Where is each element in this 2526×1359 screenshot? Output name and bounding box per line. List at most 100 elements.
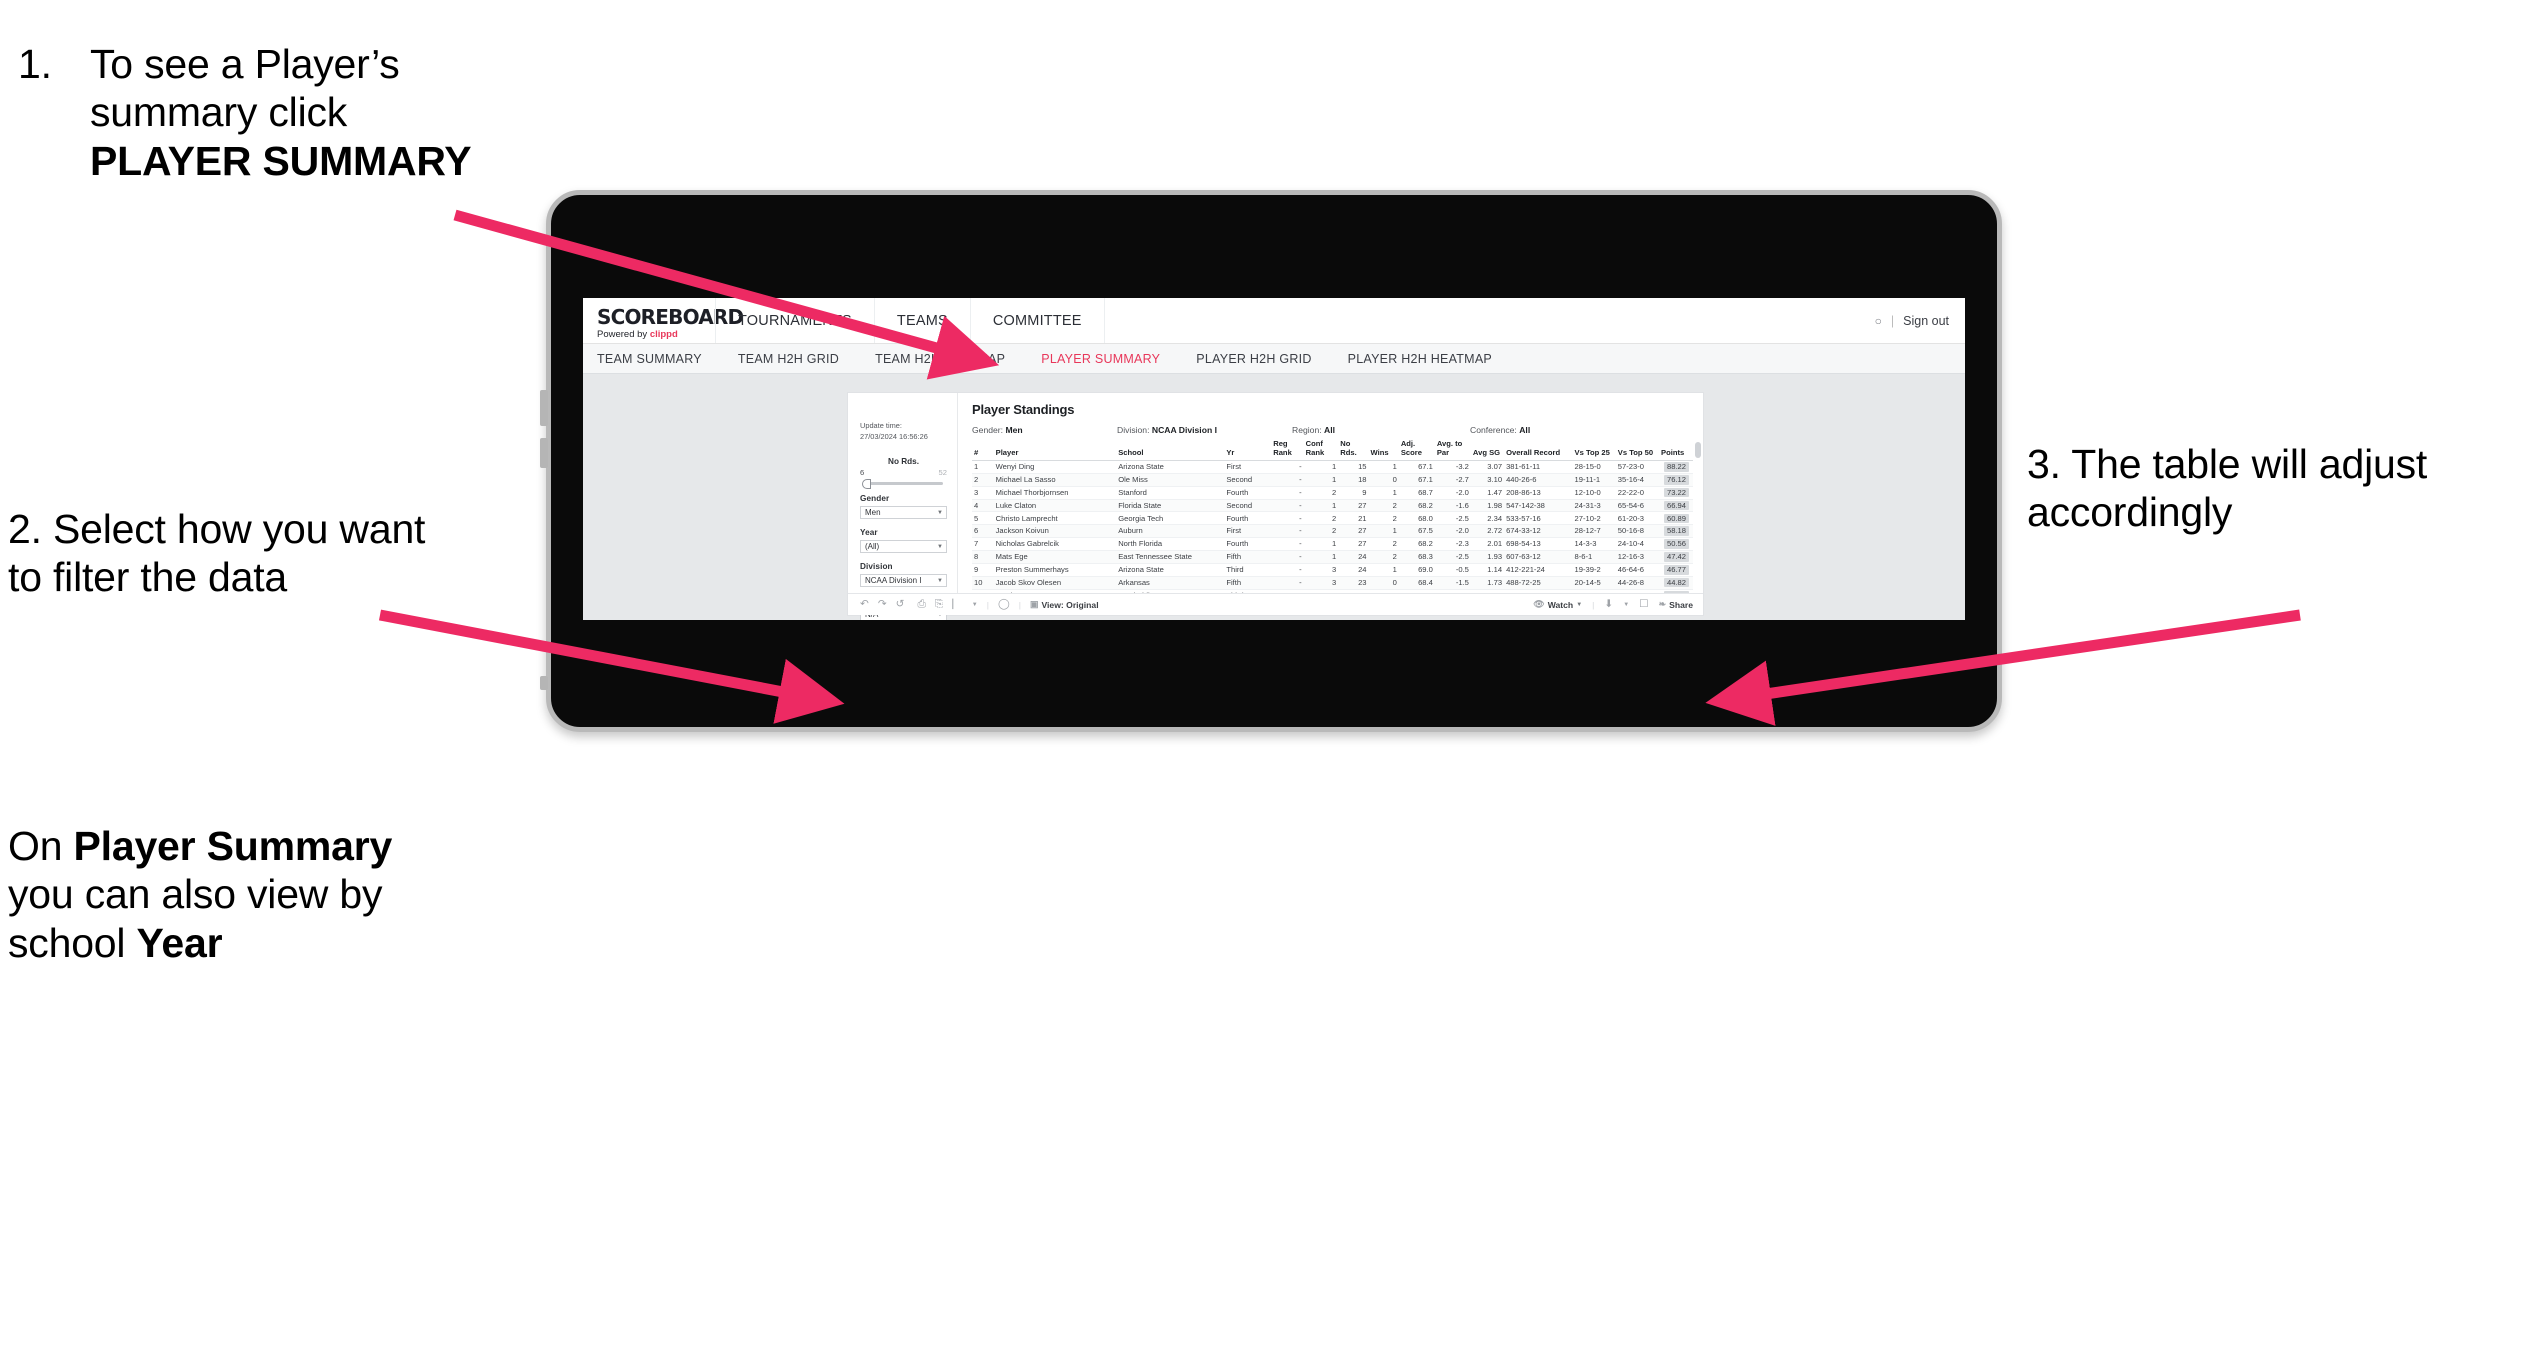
points-value: 60.89	[1663, 513, 1689, 524]
table-row[interactable]: 11Gordon SargentVanderbiltThird-421068.7…	[972, 589, 1693, 593]
filter-year-select[interactable]: (All) ▼	[860, 540, 947, 554]
cell-no_rds: 18	[1338, 473, 1369, 487]
cell-vs_top_50: 61-20-3	[1615, 511, 1660, 526]
column-header-school[interactable]: School	[1116, 440, 1225, 461]
view-original-button[interactable]: ▣ View: Original	[1030, 600, 1099, 610]
table-row[interactable]: 1 Wenyi Ding Arizona State First -1 15 1 67.1 -3…	[972, 460, 1693, 474]
pause-data-icon[interactable]: ⎘	[935, 599, 943, 610]
app-header: SCOREBOARD Powered by clippd TOURNAMENTS…	[583, 298, 1965, 344]
cell-overall_record: 547-142-38	[1504, 499, 1573, 513]
cell-vs_top_50: 22-22-0	[1615, 486, 1660, 500]
column-header-vs_top_50[interactable]: Vs Top 50	[1615, 440, 1660, 461]
cell-conf_rank: 1	[1303, 460, 1339, 474]
tab-team-summary[interactable]: TEAM SUMMARY	[597, 352, 724, 366]
nav-item-tournaments[interactable]: TOURNAMENTS	[715, 298, 874, 343]
sign-out-link[interactable]: Sign out	[1903, 314, 1949, 328]
summary-division: Division: NCAA Division I	[1117, 425, 1292, 435]
annotation-note-lead: On	[8, 823, 74, 869]
cell-avg_to_par: -3.2	[1434, 460, 1471, 474]
cell-vs_top_25: 28-12-7	[1572, 524, 1616, 539]
cell-avg_to_par: -2.0	[1434, 524, 1471, 539]
column-header-no_rds[interactable]: No Rds.	[1338, 440, 1369, 461]
share-button[interactable]: ❧ Share	[1659, 600, 1693, 610]
cell-wins: 2	[1368, 550, 1399, 564]
table-row[interactable]: 5 Christo Lamprecht Georgia Tech Fourth -2 21…	[972, 511, 1693, 526]
tab-team-h2h-grid[interactable]: TEAM H2H GRID	[738, 352, 861, 366]
cell-vs_top_50: 44-26-8	[1615, 576, 1660, 590]
chevron-down-icon[interactable]: ▼	[1623, 602, 1629, 608]
cell-yr: Second	[1224, 499, 1272, 513]
tab-player-summary[interactable]: PLAYER SUMMARY	[1041, 352, 1182, 366]
table-row[interactable]: 6 Jackson Koivun Auburn First -2 27 1 67.5 -2.0 2…	[972, 524, 1693, 539]
column-header-rank[interactable]: #	[972, 440, 994, 461]
cell-vs_top_50: 57-23-0	[1615, 460, 1660, 474]
tab-team-h2h-heatmap[interactable]: TEAM H2H HEATMAP	[875, 352, 1027, 366]
column-header-yr[interactable]: Yr	[1224, 440, 1272, 461]
filter-no-rds-handle[interactable]	[862, 478, 871, 489]
table-row[interactable]: 7 Nicholas Gabrelcik North Florida Fourth -1…	[972, 537, 1693, 552]
cell-vs_top_50: 65-54-6	[1615, 499, 1660, 513]
column-header-vs_top_25[interactable]: Vs Top 25	[1572, 440, 1616, 461]
column-header-conf_rank[interactable]: Conf Rank	[1303, 440, 1339, 461]
cell-no_rds: 21	[1338, 589, 1369, 593]
watch-button[interactable]: 👁 Watch ▼	[1533, 600, 1582, 610]
points-value: 46.77	[1663, 565, 1689, 575]
cell-rank: 9	[972, 563, 994, 577]
cell-overall_record: 607-63-12	[1504, 550, 1573, 564]
cell-vs_top_25: 14-3-3	[1572, 537, 1616, 552]
refresh-data-icon[interactable]: ⎙	[917, 599, 925, 610]
column-header-reg_rank[interactable]: Reg Rank	[1271, 440, 1304, 461]
summary-gender-value: Men	[1005, 425, 1023, 435]
column-header-player[interactable]: Player	[993, 440, 1117, 461]
cell-reg_rank: -	[1271, 550, 1304, 564]
filter-division-select[interactable]: NCAA Division I ▼	[860, 574, 947, 588]
tab-player-h2h-heatmap[interactable]: PLAYER H2H HEATMAP	[1348, 352, 1514, 366]
filter-no-rds[interactable]: No Rds. 6 52	[860, 456, 947, 489]
nav-item-committee[interactable]: COMMITTEE	[969, 298, 1105, 343]
device-icon[interactable]: ⎸	[952, 599, 963, 610]
cell-no_rds: 24	[1338, 550, 1369, 564]
clock-icon[interactable]: ◯	[998, 599, 1010, 610]
filter-year: Year (All) ▼	[860, 528, 947, 554]
annotation-step-3: 3. The table will adjust accordingly	[2027, 441, 2428, 536]
column-header-avg_to_par[interactable]: Avg. to Par	[1434, 440, 1471, 461]
table-row[interactable]: 9 Preston Summerhays Arizona State Third -3 2…	[972, 563, 1693, 577]
cell-wins: 1	[1368, 460, 1399, 474]
cell-adj_score: 68.7	[1398, 486, 1435, 500]
cell-school: Ole Miss	[1116, 473, 1225, 487]
column-header-overall_record[interactable]: Overall Record	[1504, 440, 1573, 461]
cell-player: Christo Lamprecht	[993, 511, 1117, 526]
chevron-down-icon[interactable]: ▼	[972, 602, 978, 608]
redo-icon[interactable]: ↷	[878, 599, 887, 610]
table-row[interactable]: 8 Mats Ege East Tennessee State Fifth -1 24 2 6…	[972, 550, 1693, 564]
annotation-note-emphasis-1: Player Summary	[73, 823, 393, 869]
cell-player: Jacob Skov Olesen	[993, 576, 1117, 590]
nav-item-teams[interactable]: TEAMS	[873, 298, 970, 343]
cell-avg_sg: 1.47	[1470, 486, 1505, 500]
undo-icon[interactable]: ↶	[860, 599, 869, 610]
table-row[interactable]: 10 Jacob Skov Olesen Arkansas Fifth -3 23 0 68.…	[972, 576, 1693, 590]
cell-overall_record: 674-33-12	[1504, 524, 1573, 539]
summary-conference-label: Conference:	[1470, 425, 1520, 435]
vertical-scrollbar[interactable]	[1695, 442, 1701, 458]
tab-player-h2h-grid[interactable]: PLAYER H2H GRID	[1196, 352, 1333, 366]
column-header-points[interactable]: Points	[1659, 440, 1693, 461]
download-icon[interactable]: ⬇	[1604, 599, 1613, 610]
table-row[interactable]: 2 Michael La Sasso Ole Miss Second -1 18 0 67.1…	[972, 473, 1693, 487]
filter-no-rds-track[interactable]	[862, 478, 943, 489]
column-header-adj_score[interactable]: Adj. Score	[1398, 440, 1435, 461]
annotation-step-1-lead: To see a Player’s summary click	[90, 41, 400, 136]
cell-avg_to_par: -2.7	[1434, 473, 1471, 487]
chevron-down-icon: ▼	[937, 509, 943, 516]
column-header-avg_sg[interactable]: Avg SG	[1470, 440, 1505, 461]
filter-gender-select[interactable]: Men ▼	[860, 506, 947, 520]
filter-year-label: Year	[860, 528, 878, 538]
revert-icon[interactable]: ↺	[896, 599, 905, 610]
cell-adj_score: 68.2	[1398, 537, 1435, 552]
standings-scroll-region[interactable]: # Player School Yr Reg Rank Conf Rank No Rds. W…	[958, 440, 1703, 593]
table-row[interactable]: 4 Luke Claton Florida State Second -1 27 2 68.2…	[972, 499, 1693, 513]
cell-school: East Tennessee State	[1116, 550, 1225, 564]
table-row[interactable]: 3 Michael Thorbjornsen Stanford Fourth -2 9 1 6…	[972, 486, 1693, 500]
column-header-wins[interactable]: Wins	[1368, 440, 1399, 461]
fullscreen-icon[interactable]: ☐	[1639, 599, 1648, 610]
